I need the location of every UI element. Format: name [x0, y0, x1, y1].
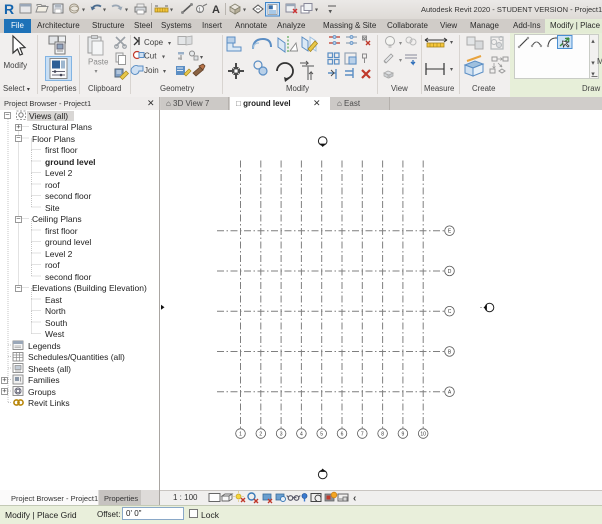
svg-text:D: D — [448, 269, 452, 275]
svg-text:▾: ▾ — [163, 69, 166, 75]
svg-text:▴: ▴ — [591, 38, 595, 45]
svg-text:▾: ▾ — [162, 55, 165, 61]
svg-text:2: 2 — [259, 431, 262, 437]
svg-text:4: 4 — [300, 431, 303, 437]
svg-text:▾: ▾ — [450, 40, 453, 46]
svg-text:3: 3 — [280, 431, 283, 437]
svg-text:▾: ▾ — [591, 71, 595, 78]
svg-text:E: E — [448, 229, 452, 235]
svg-text:▾: ▾ — [450, 67, 453, 73]
svg-text:▾: ▾ — [103, 8, 106, 14]
svg-text:7: 7 — [361, 431, 364, 437]
svg-text:1: 1 — [239, 431, 242, 437]
svg-text:6: 6 — [341, 431, 344, 437]
svg-text:Cut: Cut — [144, 52, 157, 61]
svg-text:Paste: Paste — [88, 58, 109, 67]
svg-text:▾: ▾ — [200, 55, 203, 61]
svg-text:1: 1 — [198, 8, 201, 14]
svg-text:8: 8 — [381, 431, 384, 437]
svg-text:▾: ▾ — [95, 69, 98, 75]
svg-text:▾: ▾ — [399, 41, 402, 47]
svg-text:M: M — [597, 57, 602, 66]
svg-text:10: 10 — [420, 431, 426, 437]
svg-text:▾: ▾ — [170, 8, 173, 14]
svg-text:▾: ▾ — [125, 8, 128, 14]
svg-text:B: B — [448, 349, 452, 355]
svg-text:Join: Join — [144, 66, 159, 75]
svg-text:Modify: Modify — [4, 61, 28, 70]
svg-text:Cope: Cope — [144, 38, 164, 47]
svg-text:‹: ‹ — [353, 493, 356, 504]
svg-text:A: A — [212, 4, 220, 16]
svg-text:▾: ▾ — [82, 8, 85, 14]
svg-text:▾: ▾ — [315, 8, 318, 14]
svg-text:5: 5 — [320, 431, 323, 437]
svg-text:▾: ▾ — [329, 9, 333, 16]
svg-text:A: A — [448, 390, 452, 396]
svg-text:▾: ▾ — [399, 58, 402, 64]
svg-text:R: R — [4, 1, 14, 17]
svg-text:9: 9 — [402, 431, 405, 437]
svg-text:▾: ▾ — [243, 8, 246, 14]
svg-text:▾: ▾ — [591, 60, 595, 67]
svg-text:▾: ▾ — [168, 41, 171, 47]
svg-text:C: C — [448, 309, 452, 315]
